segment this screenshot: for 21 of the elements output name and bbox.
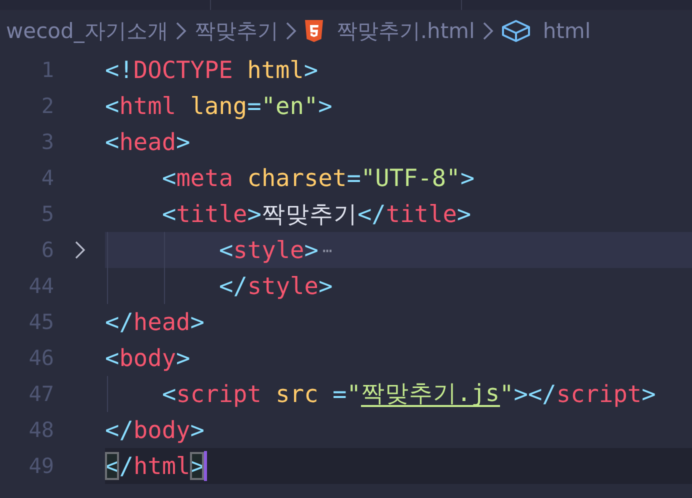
chevron-icon[interactable] — [74, 239, 86, 261]
code-line: </style> — [218, 272, 333, 300]
breadcrumb-item[interactable]: html — [542, 19, 591, 43]
breadcrumb-item[interactable]: 짝맞추기 — [194, 17, 278, 45]
code-line: <style> ⋯ — [218, 236, 332, 264]
code-line: </body> — [105, 416, 204, 444]
code-line: <head> — [105, 128, 190, 156]
code-line: <title>짝맞추기</title> — [161, 199, 472, 230]
code-line: </head> — [105, 308, 204, 336]
code-line: <meta charset="UTF-8"> — [161, 164, 475, 192]
chevron-icon — [284, 20, 298, 42]
chevron-icon — [480, 20, 495, 42]
code-line: <!DOCTYPE html> — [105, 56, 318, 84]
breadcrumb-item[interactable]: 짝맞추기.html — [336, 17, 475, 45]
code-line: <script src ="짝맞추기.js"></script> — [161, 380, 656, 408]
cube-icon — [500, 19, 531, 43]
code-line: <body> — [105, 344, 190, 372]
html5-icon — [304, 19, 324, 43]
chevron-icon — [174, 20, 188, 42]
code-line: <html lang="en"> — [105, 92, 332, 120]
breadcrumb-item[interactable]: wecod_자기소개 — [6, 17, 168, 45]
